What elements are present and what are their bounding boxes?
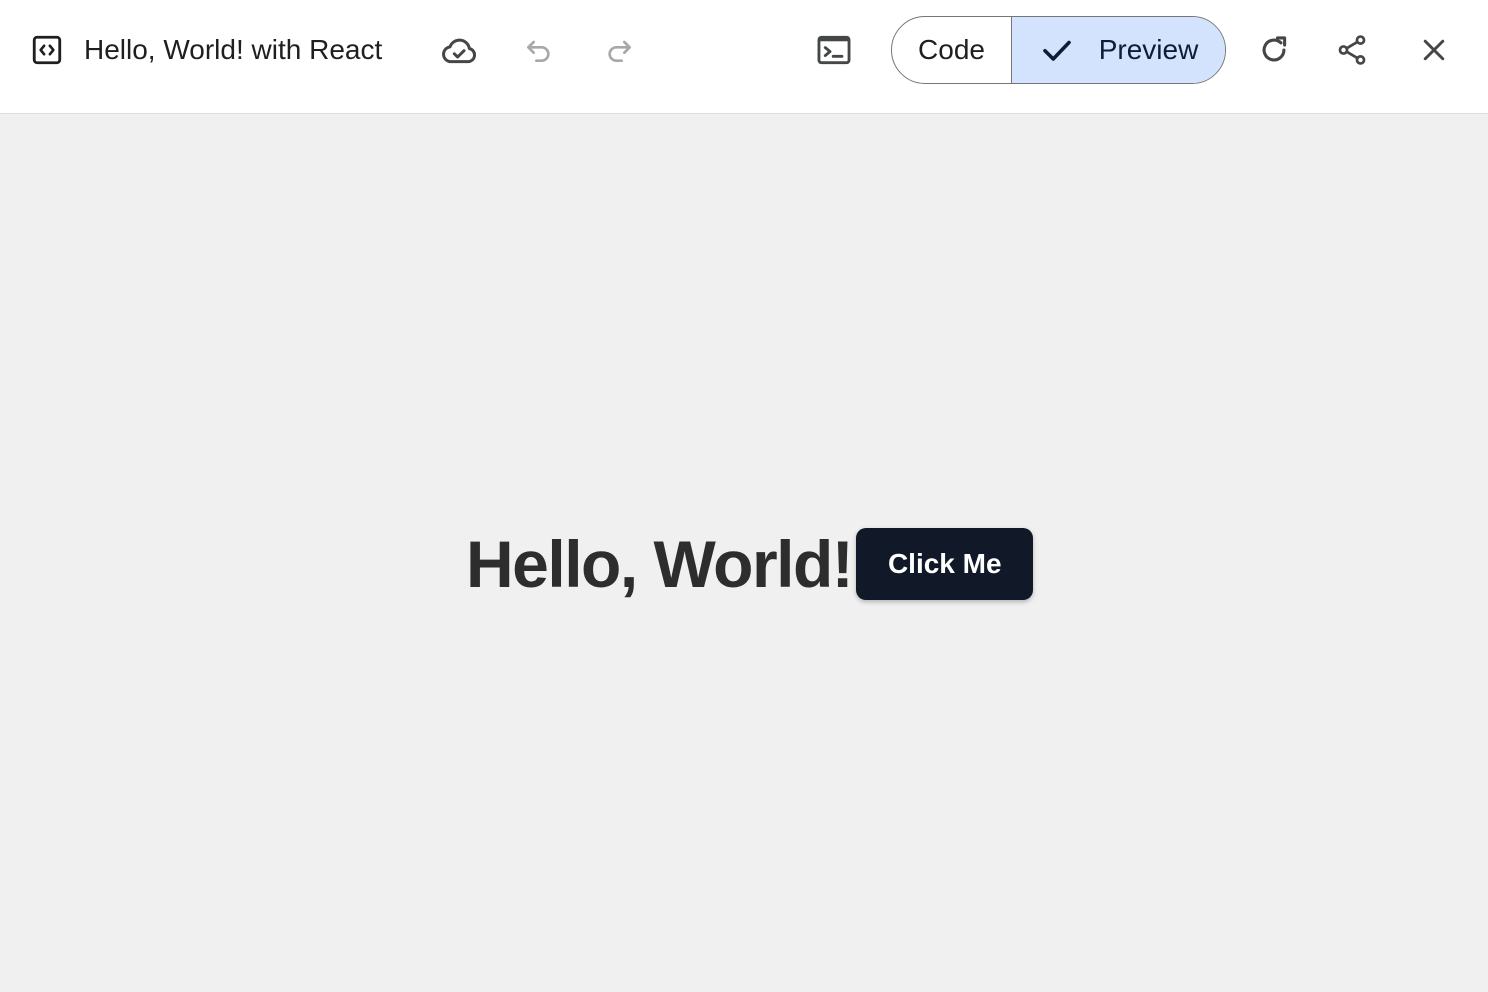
undo-icon[interactable] [515,26,563,74]
close-icon[interactable] [1410,26,1458,74]
view-toggle: Code Preview [891,16,1226,84]
hello-heading: Hello, World! [466,527,854,601]
preview-canvas: Hello, World! Click Me [0,114,1488,992]
preview-tab[interactable]: Preview [1011,17,1225,83]
console-icon[interactable] [810,26,858,74]
refresh-icon[interactable] [1250,26,1298,74]
share-icon[interactable] [1328,26,1376,74]
document-title: Hello, World! with React [84,34,383,65]
click-me-button[interactable]: Click Me [856,528,1034,600]
code-tab-label: Code [918,34,985,65]
cloud-saved-icon[interactable] [435,26,483,74]
redo-icon[interactable] [595,26,643,74]
preview-tab-label: Preview [1098,34,1199,65]
top-toolbar: Hello, World! with React Code Preview [0,0,1488,114]
preview-content: Hello, World! Click Me [466,526,1034,602]
code-file-icon [23,26,71,74]
code-tab[interactable]: Code [892,17,1011,83]
checkmark-icon [1042,40,1071,61]
